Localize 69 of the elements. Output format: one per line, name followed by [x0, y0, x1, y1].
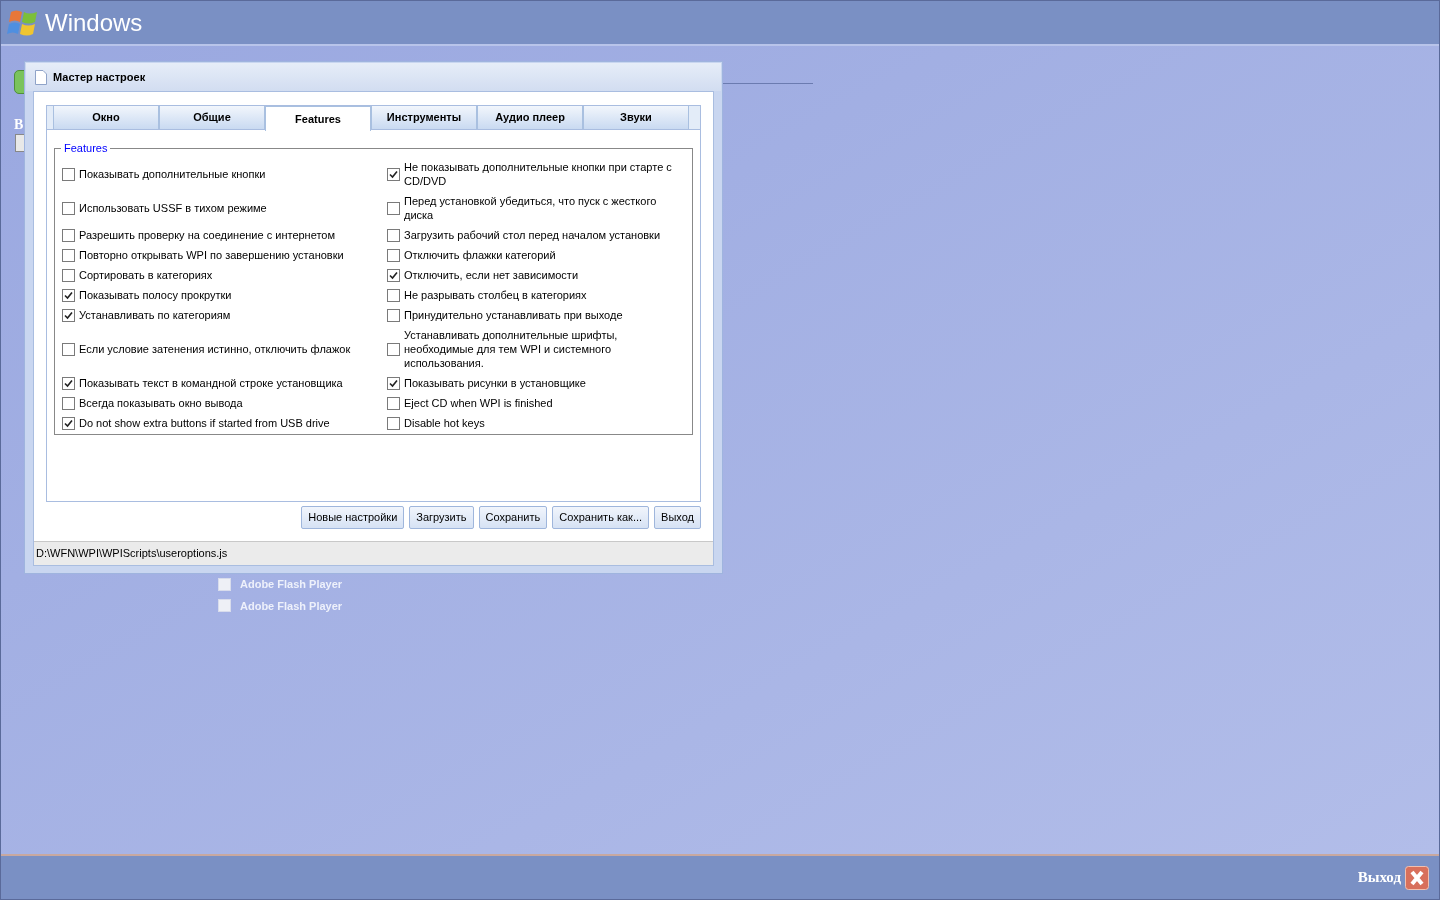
file-path: D:\WFN\WPI\WPIScripts\useroptions.js — [36, 546, 228, 562]
checkbox[interactable] — [62, 308, 75, 322]
document-icon — [35, 69, 47, 85]
checkbox[interactable] — [387, 288, 400, 302]
checkbox[interactable] — [387, 376, 400, 390]
brand-title: Windows — [45, 7, 143, 38]
checkbox[interactable] — [62, 268, 75, 282]
check-icon — [389, 169, 398, 179]
option-label: Eject CD when WPI is finished — [404, 396, 553, 410]
option-label: Показывать рисунки в установщике — [404, 376, 586, 390]
check-icon — [389, 270, 398, 280]
checkbox[interactable] — [62, 396, 75, 410]
option-label: Показывать полосу прокрутки — [79, 288, 232, 302]
option-label: Do not show extra buttons if started from USB drive — [79, 416, 330, 430]
program-label: Adobe Flash Player — [240, 577, 343, 592]
check-icon — [389, 378, 398, 388]
checkbox[interactable] — [62, 288, 75, 302]
option-label: Disable hot keys — [404, 416, 485, 430]
check-icon — [64, 378, 73, 388]
option-label: Если условие затенения истинно, отключить флажок — [79, 342, 351, 356]
option-label: Отключить флажки категорий — [404, 248, 556, 262]
tab[interactable]: Аудио плеер — [477, 106, 583, 129]
checkbox[interactable] — [387, 308, 400, 322]
dialog-button[interactable]: Сохранить как... — [552, 506, 650, 529]
option-label: Загрузить рабочий стол перед началом установки — [404, 228, 661, 242]
tab[interactable]: Общие — [159, 106, 265, 129]
dialog-button[interactable]: Новые настройки — [301, 506, 405, 529]
group-title: Features — [61, 141, 111, 155]
checkbox[interactable] — [387, 201, 400, 215]
checkbox[interactable] — [387, 342, 400, 356]
window-title: Мастер настроек — [53, 69, 146, 85]
tab[interactable]: Звуки — [583, 106, 689, 129]
option-label: Показывать текст в командной строке установщика — [79, 376, 343, 390]
option-label: Разрешить проверку на соединение с интернетом — [79, 228, 336, 242]
checkbox[interactable] — [387, 268, 400, 282]
checkbox[interactable] — [62, 376, 75, 390]
option-label: Устанавливать дополнительные шрифты, необходимые для тем WPI и системного использования. — [404, 328, 619, 370]
dialog-button[interactable]: Загрузить — [409, 506, 474, 529]
option-label: Устанавливать по категориям — [79, 308, 231, 322]
section-label: В — [14, 116, 24, 134]
checkbox[interactable] — [62, 228, 75, 242]
option-label: Показывать дополнительные кнопки — [79, 167, 266, 181]
checkbox[interactable] — [62, 248, 75, 262]
tab[interactable]: Инструменты — [371, 106, 477, 129]
checkbox[interactable] — [62, 201, 75, 215]
checkbox[interactable] — [387, 228, 400, 242]
option-label: Всегда показывать окно вывода — [79, 396, 243, 410]
option-label: Не разрывать столбец в категориях — [404, 288, 587, 302]
option-label: Не показывать дополнительные кнопки при старте с CD/DVD — [404, 160, 673, 188]
close-icon[interactable] — [1405, 865, 1429, 890]
option-label: Отключить, если нет зависимости — [404, 268, 579, 282]
checkbox[interactable] — [62, 416, 75, 430]
option-label: Перед установкой убедиться, что пуск с жесткого диска — [404, 194, 658, 222]
tab[interactable]: Features — [265, 106, 371, 131]
checkbox[interactable] — [387, 167, 400, 181]
option-label: Сортировать в категориях — [79, 268, 213, 282]
checkbox[interactable] — [62, 167, 75, 181]
checkbox[interactable] — [387, 396, 400, 410]
tab[interactable]: Окно — [53, 106, 159, 129]
dialog-button[interactable]: Выход — [654, 506, 701, 529]
dialog-button[interactable]: Сохранить — [478, 506, 548, 529]
program-label: Adobe Flash Player — [240, 598, 343, 614]
option-label: Использовать USSF в тихом режиме — [79, 201, 267, 215]
checkbox[interactable] — [387, 416, 400, 430]
option-label: Повторно открывать WPI по завершению установки — [79, 248, 344, 262]
check-icon — [64, 418, 73, 428]
option-label: Принудительно устанавливать при выходе — [404, 308, 623, 322]
checkbox[interactable] — [387, 248, 400, 262]
checkbox[interactable] — [62, 342, 75, 356]
